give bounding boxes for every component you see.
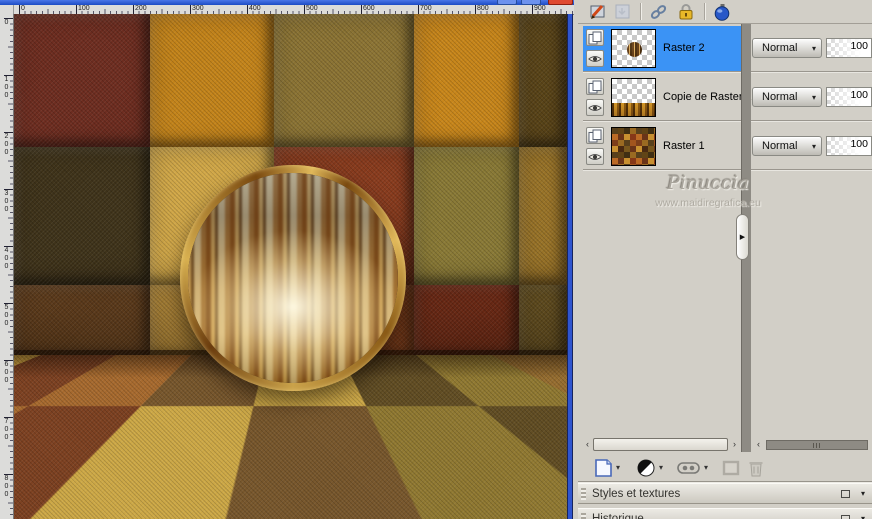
layer-name: Copie de Raster 1 [663, 75, 752, 120]
ruler-label: 300 [2, 190, 10, 214]
ruler-label: 100 [2, 76, 10, 100]
merge-layer-icon[interactable] [613, 2, 633, 22]
ruler-label: 0 [2, 19, 10, 27]
curtain-streaks [188, 173, 398, 383]
chevron-down-icon: ▾ [812, 142, 816, 151]
ruler-label: 600 [2, 361, 10, 385]
layer-pages-icon[interactable] [586, 127, 604, 144]
chevron-down-icon[interactable]: ▾ [861, 514, 865, 519]
scroll-left-button[interactable]: ‹ [754, 438, 763, 451]
layer-pages-icon[interactable] [586, 78, 604, 95]
ruler-label: 800 [477, 5, 489, 12]
ruler-label: 700 [420, 5, 432, 12]
paintshop-pro-window: 0 100 200 300 400 500 600 700 800 900 0 … [0, 0, 872, 519]
drag-grip[interactable] [581, 488, 586, 500]
link-layers-icon[interactable] [649, 2, 669, 22]
layer-thumbnail[interactable] [611, 29, 656, 68]
panel-title: Styles et textures [592, 484, 680, 504]
dock-icon[interactable] [841, 515, 850, 519]
new-raster-layer-icon[interactable] [592, 457, 614, 479]
right-scrollbar-thumb[interactable] [766, 440, 868, 450]
image-window-border [567, 14, 573, 519]
opacity-field[interactable]: 100 [826, 136, 872, 156]
ruler-label: 200 [2, 133, 10, 157]
blend-mode-dropdown[interactable]: Normal▾ [752, 38, 822, 58]
layer-thumbnail[interactable] [611, 127, 656, 166]
ruler-label: 100 [78, 5, 90, 12]
splitter-collapse-handle[interactable]: ▶ [736, 214, 749, 260]
drag-grip[interactable] [581, 513, 586, 519]
new-mask-layer-icon[interactable] [676, 457, 702, 479]
new-adjustment-layer-icon[interactable] [635, 457, 657, 479]
panel-header-styles-textures[interactable]: Styles et textures ▾ [578, 483, 872, 504]
ruler-label: 400 [249, 5, 261, 12]
panel-title: Historique [592, 509, 644, 519]
panel-header-historique[interactable]: Historique ▾ [578, 508, 872, 519]
ruler-label: 200 [135, 5, 147, 12]
left-scrollbar-thumb[interactable] [593, 438, 728, 451]
layer-name: Raster 2 [663, 26, 705, 71]
chevron-down-icon: ▾ [812, 93, 816, 102]
ruler-label: 0 [21, 5, 25, 12]
chevron-down-icon[interactable]: ▾ [616, 463, 620, 472]
layer-pages-icon[interactable] [586, 29, 604, 46]
dock-icon[interactable] [841, 490, 850, 498]
mirror-circle [180, 165, 406, 391]
layers-palette: Raster 2 Copie de Raster 1 Raster 1 [578, 0, 872, 519]
chevron-down-icon[interactable]: ▾ [659, 463, 663, 472]
watermark: Pinuccia www.maidiregrafica.eu [588, 172, 828, 209]
chevron-down-icon: ▾ [812, 44, 816, 53]
vertical-ruler: 0 100 200 300 400 500 600 700 800 [0, 14, 14, 519]
scroll-right-button[interactable]: › [730, 438, 739, 451]
layers-bottom-toolbar: ▾ ▾ ▾ [578, 455, 872, 481]
ruler-label: 500 [2, 304, 10, 328]
layer-visibility-toggle[interactable] [586, 99, 604, 116]
layer-thumbnail[interactable] [611, 78, 656, 117]
ruler-label: 400 [2, 247, 10, 271]
opacity-field[interactable]: 100 [826, 38, 872, 58]
ruler-label: 700 [2, 418, 10, 442]
layer-row-copie-de-raster1[interactable]: Copie de Raster 1 [583, 75, 741, 120]
edit-selection-icon[interactable] [589, 2, 609, 22]
canvas-image[interactable] [14, 14, 567, 519]
layer-visibility-toggle[interactable] [586, 148, 604, 165]
watermark-signature: Pinuccia [588, 172, 828, 194]
layers-toolbar [578, 0, 872, 24]
layer-row-raster1[interactable]: Raster 1 [583, 124, 741, 169]
ruler-label: 300 [192, 5, 204, 12]
delete-layer-icon[interactable] [745, 457, 767, 479]
blend-mode-dropdown[interactable]: Normal▾ [752, 136, 822, 156]
chevron-down-icon[interactable]: ▾ [704, 463, 708, 472]
layer-visibility-toggle[interactable] [586, 50, 604, 67]
layer-name: Raster 1 [663, 124, 705, 169]
chevron-down-icon[interactable]: ▾ [861, 489, 865, 498]
ruler-label: 900 [534, 5, 546, 12]
opacity-field[interactable]: 100 [826, 87, 872, 107]
lock-transparency-icon[interactable] [676, 2, 696, 22]
image-window: 0 100 200 300 400 500 600 700 800 900 0 … [0, 0, 574, 519]
blend-mode-dropdown[interactable]: Normal▾ [752, 87, 822, 107]
watermark-url: www.maidiregrafica.eu [588, 197, 828, 209]
ruler-label: 600 [363, 5, 375, 12]
sphere-preview [627, 42, 642, 57]
script-sphere-icon[interactable] [712, 2, 732, 22]
promote-background-icon[interactable] [720, 457, 742, 479]
scroll-left-button[interactable]: ‹ [583, 438, 592, 451]
layer-row-raster2[interactable]: Raster 2 [583, 26, 741, 71]
ruler-label: 500 [306, 5, 318, 12]
ruler-label: 800 [2, 475, 10, 499]
